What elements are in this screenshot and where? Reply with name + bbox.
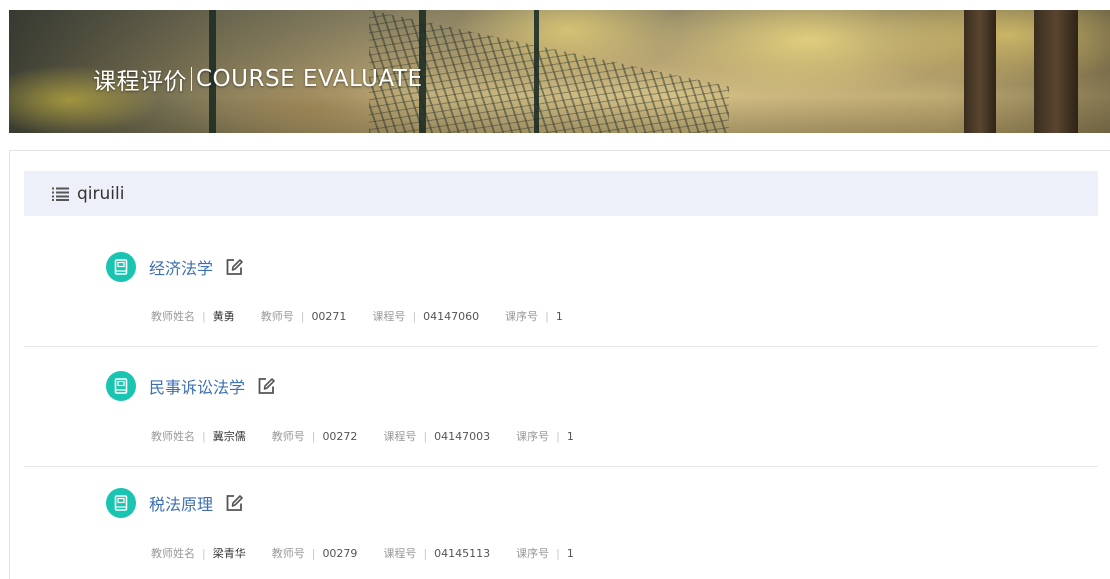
meta-label: 教师姓名 [151,310,195,323]
meta-separator: | [300,309,305,323]
course-badge [106,488,136,518]
course-badge [106,371,136,401]
course-meta: 教师姓名 | 梁青华 教师号 | 00279 课程号 | 04145113 课序… [151,545,574,561]
book-icon [114,495,128,511]
course-header: 经济法学 [106,252,244,282]
meta-value: 00272 [322,429,358,443]
course-meta: 教师姓名 | 黄勇 教师号 | 00271 课程号 | 04147060 课序号… [151,308,563,324]
meta-teacher-name: 教师姓名 | 梁青华 [151,545,246,561]
meta-label: 课程号 [372,310,406,323]
book-icon [114,259,128,275]
meta-value: 00279 [322,546,358,560]
meta-value: 冀宗儒 [212,430,246,443]
meta-separator: | [202,429,206,443]
meta-separator: | [545,309,549,323]
meta-separator: | [423,429,428,443]
user-header-bar: qiruili [24,171,1098,216]
edit-icon[interactable] [224,493,244,513]
course-item: 民事诉讼法学 教师姓名 | 冀宗儒 教师号 | 00272 课程号 | 0414… [24,348,1098,467]
meta-separator: | [311,429,316,443]
course-badge [106,252,136,282]
course-list-panel: qiruili 经济法学 教师姓名 | 黄勇 教师号 | 00271 课程号 |… [9,150,1110,579]
meta-teacher-id: 教师号 | 00271 [261,308,347,324]
course-header: 税法原理 [106,488,244,518]
meta-label: 教师姓名 [151,430,195,443]
meta-label: 教师号 [271,430,305,443]
course-evaluation-page: 课程评价 COURSE EVALUATE qiruili 经济法学 教师姓名 |… [0,0,1110,579]
meta-teacher-name: 教师姓名 | 冀宗儒 [151,428,246,444]
meta-teacher-name: 教师姓名 | 黄勇 [151,308,235,324]
meta-course-id: 课程号 | 04147060 [372,308,479,324]
banner-tree-trunk [1034,10,1078,133]
meta-label: 课程号 [383,547,417,560]
course-name-link[interactable]: 民事诉讼法学 [149,374,245,398]
meta-label: 课序号 [505,310,539,323]
course-name-link[interactable]: 税法原理 [149,491,213,515]
meta-teacher-id: 教师号 | 00279 [272,545,358,561]
banner-tree-trunk [964,10,996,133]
meta-value: 1 [566,546,574,560]
meta-section-id: 课序号 | 1 [516,428,574,444]
meta-value: 黄勇 [212,310,235,323]
meta-value: 04145113 [434,546,491,560]
meta-separator: | [202,546,206,560]
course-name-link[interactable]: 经济法学 [149,255,213,279]
meta-label: 教师姓名 [151,547,195,560]
banner-title: 课程评价 COURSE EVALUATE [93,62,422,96]
meta-separator: | [556,429,560,443]
meta-value: 1 [566,429,574,443]
banner-title-divider [191,67,192,91]
meta-value: 04147060 [423,309,480,323]
meta-separator: | [556,546,560,560]
meta-value: 梁青华 [212,547,246,560]
meta-course-id: 课程号 | 04147003 [383,428,490,444]
username: qiruili [77,183,125,204]
meta-label: 课程号 [383,430,417,443]
meta-value: 04147003 [434,429,491,443]
course-item: 税法原理 教师姓名 | 梁青华 教师号 | 00279 课程号 | 041451… [24,468,1098,579]
meta-label: 课序号 [516,547,550,560]
banner-fence-post [534,10,539,133]
page-banner: 课程评价 COURSE EVALUATE [9,10,1110,133]
meta-teacher-id: 教师号 | 00272 [272,428,358,444]
edit-icon[interactable] [256,376,276,396]
meta-label: 教师号 [271,547,305,560]
meta-label: 课序号 [516,430,550,443]
banner-title-cn: 课程评价 [93,69,187,95]
banner-title-en: COURSE EVALUATE [196,66,423,92]
book-icon [114,378,128,394]
course-header: 民事诉讼法学 [106,371,276,401]
meta-section-id: 课序号 | 1 [505,308,563,324]
course-item: 经济法学 教师姓名 | 黄勇 教师号 | 00271 课程号 | 0414706… [24,216,1098,347]
course-meta: 教师姓名 | 冀宗儒 教师号 | 00272 课程号 | 04147003 课序… [151,428,574,444]
meta-value: 1 [555,309,563,323]
meta-separator: | [311,546,316,560]
meta-value: 00271 [311,309,347,323]
meta-label: 教师号 [260,310,294,323]
meta-separator: | [412,309,417,323]
meta-course-id: 课程号 | 04145113 [383,545,490,561]
meta-separator: | [202,309,206,323]
list-icon [52,187,69,201]
edit-icon[interactable] [224,257,244,277]
meta-separator: | [423,546,428,560]
meta-section-id: 课序号 | 1 [516,545,574,561]
